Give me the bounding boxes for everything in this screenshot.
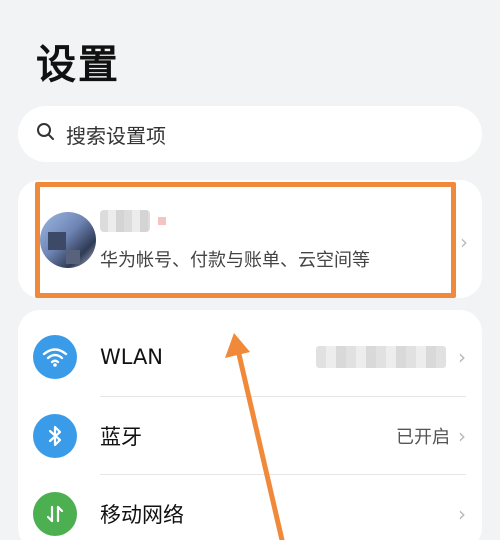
setting-label: WLAN	[100, 345, 164, 369]
setting-row-bluetooth[interactable]: 蓝牙 已开启 ›	[18, 397, 482, 475]
account-card[interactable]: 华为帐号、付款与账单、云空间等 ›	[18, 180, 482, 298]
page-title: 设置	[36, 42, 120, 88]
avatar	[40, 212, 96, 268]
account-subtitle: 华为帐号、付款与账单、云空间等	[100, 250, 370, 271]
chevron-right-icon: ›	[458, 502, 466, 526]
setting-label: 移动网络	[100, 503, 184, 527]
setting-label: 蓝牙	[100, 425, 142, 449]
mobile-data-icon	[33, 492, 77, 536]
setting-row-mobile-network[interactable]: 移动网络 ›	[18, 475, 482, 540]
search-icon	[36, 122, 56, 146]
setting-value: 已开启	[396, 427, 450, 448]
wlan-network-name-redacted	[316, 346, 446, 368]
search-bar[interactable]: 搜索设置项	[18, 106, 482, 162]
chevron-right-icon: ›	[458, 345, 466, 369]
chevron-right-icon: ›	[458, 424, 466, 448]
search-placeholder: 搜索设置项	[66, 123, 166, 148]
settings-list: WLAN › 蓝牙 已开启 › 移动网络 ›	[18, 310, 482, 540]
setting-row-wlan[interactable]: WLAN ›	[18, 318, 482, 396]
chevron-right-icon: ›	[460, 230, 468, 254]
account-name-redacted	[100, 210, 166, 232]
bluetooth-icon	[33, 414, 77, 458]
wifi-icon	[33, 335, 77, 379]
